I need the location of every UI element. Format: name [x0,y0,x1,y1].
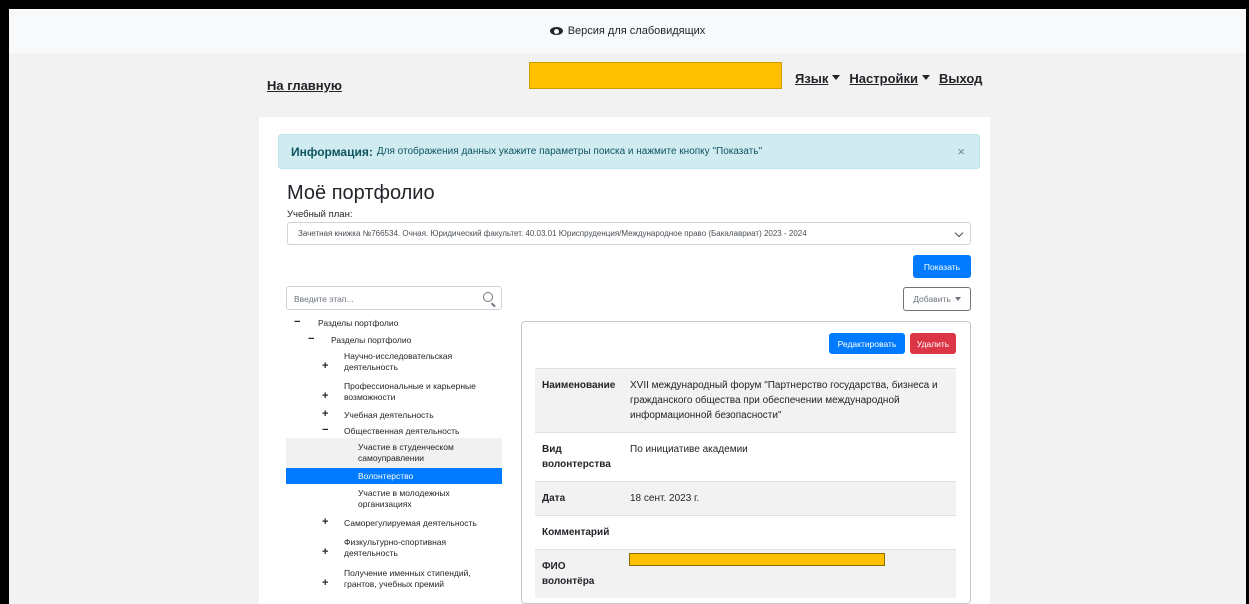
info-alert: Информация: Для отображения данных укажи… [278,134,980,169]
tree-child[interactable]: Разделы портфолио [331,335,411,346]
alert-title: Информация: [291,144,373,159]
tree-item-social[interactable]: Общественная деятельность [344,426,459,437]
plan-label: Учебный план: [287,209,353,220]
table-row: Наименование XVII международный форум "П… [535,368,956,433]
logout-link[interactable]: Выход [939,71,982,86]
expand-icon[interactable]: + [322,547,328,558]
row-value: По инициативе академии [623,432,956,482]
tree-item-career[interactable]: Профессиональные и карьерные возможности [344,381,504,403]
row-key: Дата [535,481,623,516]
settings-menu[interactable]: Настройки [849,71,931,86]
row-key: ФИО волонтёра [535,549,623,598]
collapse-icon[interactable]: − [294,317,300,328]
tree-item-research[interactable]: Научно-исследовательская деятельность [344,351,494,373]
settings-label: Настройки [849,71,919,86]
redacted-area [529,62,782,89]
add-button-label: Добавить [913,294,951,304]
table-row: Вид волонтерства По инициативе академии [535,432,956,482]
tree-item-self-regulated[interactable]: Саморегулируемая деятельность [344,518,477,529]
accessibility-link[interactable]: Версия для слабовидящих [568,25,706,37]
row-key: Комментарий [535,515,623,550]
plan-select-value: Зачетная книжка №766534. Очная. Юридичес… [298,229,807,238]
tree-item-volunteering[interactable]: Волонтерство [358,471,413,482]
collapse-icon[interactable]: − [322,425,328,436]
language-label: Язык [795,71,829,86]
tree-item-study[interactable]: Учебная деятельность [344,410,434,421]
edit-button[interactable]: Редактировать [829,333,905,354]
expand-icon[interactable]: + [322,517,328,528]
redacted-name [629,553,885,566]
caret-down-icon [954,297,961,301]
caret-down-icon [922,75,931,81]
top-nav: Язык Настройки Выход [795,71,982,86]
alert-text: Для отображения данных укажите параметры… [376,146,763,157]
add-button[interactable]: Добавить [903,287,971,311]
row-value: XVII международный форум "Партнерство го… [623,368,956,433]
expand-icon[interactable]: + [322,409,328,420]
plan-select[interactable]: Зачетная книжка №766534. Очная. Юридичес… [287,222,971,245]
table-row: Комментарий [535,515,956,550]
row-value [623,515,956,550]
tree-item-youth-orgs[interactable]: Участие в молодежных организациях [358,488,478,510]
home-link[interactable]: На главную [267,78,342,93]
close-icon[interactable]: × [957,144,965,159]
tree-root[interactable]: Разделы портфолио [318,318,398,329]
language-menu[interactable]: Язык [795,71,841,86]
expand-icon[interactable]: + [322,391,328,402]
row-key: Вид волонтерства [535,432,623,482]
eye-icon [549,27,563,35]
delete-button[interactable]: Удалить [910,333,956,354]
accessibility-bar[interactable]: Версия для слабовидящих [9,9,1246,53]
search-placeholder: Введите этап... [294,294,354,304]
tree-item-sports[interactable]: Физкультурно-спортивная деятельность [344,537,484,559]
row-key: Наименование [535,368,623,433]
table-row: Дата 18 сент. 2023 г. [535,481,956,516]
row-value: 18 сент. 2023 г. [623,481,956,516]
expand-icon[interactable]: + [322,361,328,372]
page-title: Моё портфолио [287,182,435,204]
expand-icon[interactable]: + [322,578,328,589]
search-icon [483,292,493,302]
chevron-down-icon [954,228,964,238]
tree-item-self-government[interactable]: Участие в студенческом самоуправлении [358,442,488,464]
show-button[interactable]: Показать [913,255,971,278]
caret-down-icon [832,75,841,81]
search-input[interactable]: Введите этап... [286,286,502,310]
collapse-icon[interactable]: − [308,334,314,345]
tree-item-grants[interactable]: Получение именных стипендий, грантов, уч… [344,568,494,590]
